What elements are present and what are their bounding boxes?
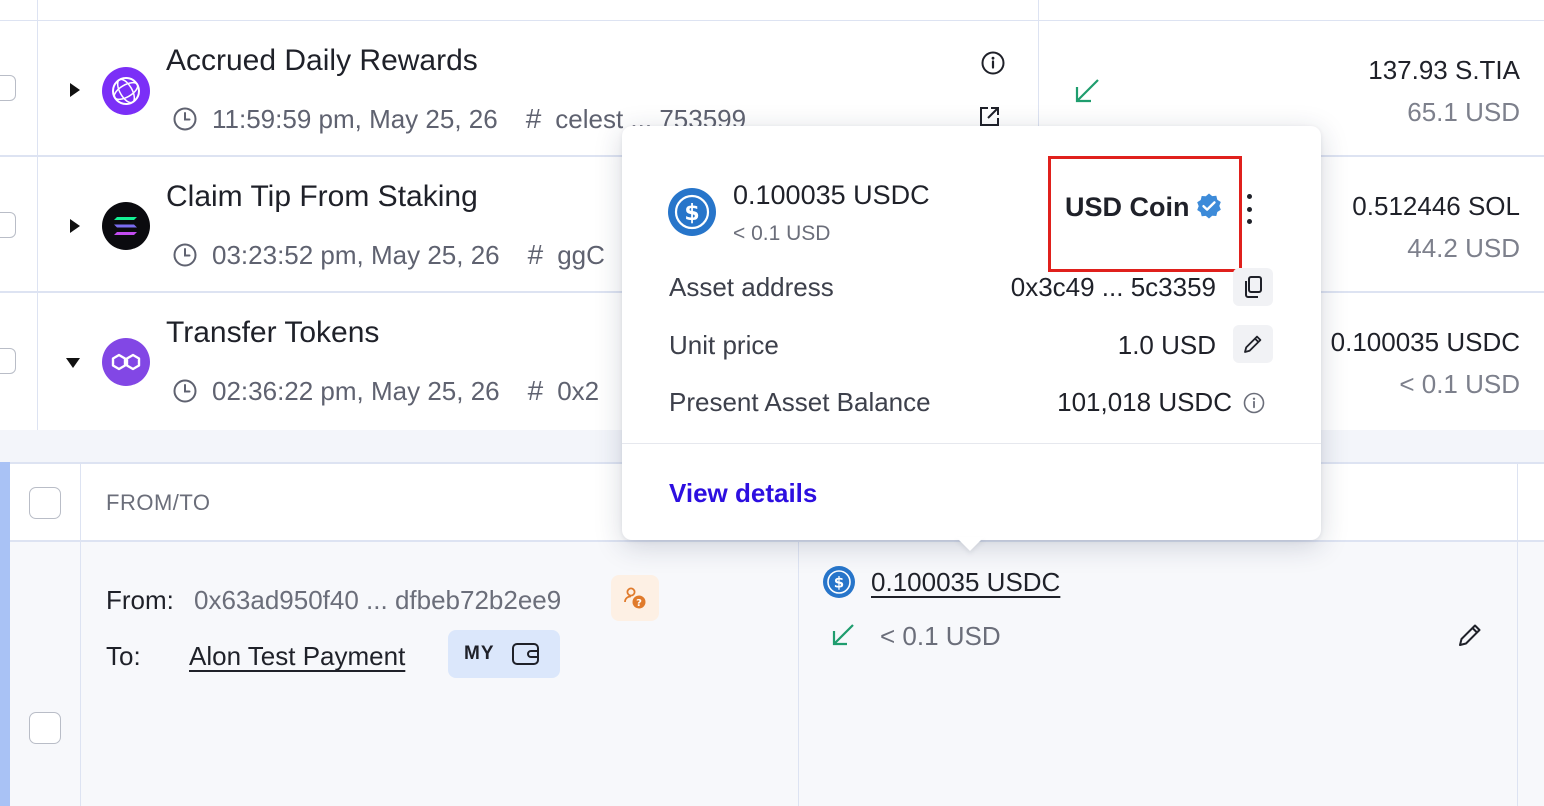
celestia-icon (102, 67, 150, 115)
wallet-icon (511, 643, 539, 665)
row-meta: 02:36:22 pm, May 25, 26 # 0x2 (172, 375, 599, 407)
row-checkbox[interactable] (0, 348, 16, 374)
row-timestamp: 02:36:22 pm, May 25, 26 (212, 375, 500, 406)
column-divider (37, 0, 38, 430)
row-checkbox[interactable] (0, 212, 16, 238)
row-checkbox[interactable] (0, 75, 16, 101)
row-amount: 0.512446 SOL (1352, 191, 1520, 221)
column-divider (80, 462, 81, 806)
asset-usd-value: < 0.1 USD (880, 621, 1001, 651)
unit-price-value: 1.0 USD (1117, 330, 1216, 360)
copy-address-button[interactable] (1233, 268, 1273, 306)
edit-icon (1244, 335, 1262, 353)
clock-icon (173, 379, 197, 403)
asset-balance-value: 101,018 USDC (1057, 387, 1232, 417)
row-title: Accrued Daily Rewards (166, 44, 478, 77)
contact-warning-icon: ? (624, 587, 646, 609)
hash-icon: # (527, 375, 544, 406)
popover-divider (622, 443, 1321, 444)
solana-icon (102, 202, 150, 250)
expand-caret-icon[interactable] (70, 219, 80, 233)
svg-text:$: $ (834, 574, 844, 592)
row-hash[interactable]: 0x2 (557, 376, 599, 407)
edit-amount-icon[interactable] (1455, 620, 1485, 655)
edit-unit-price-button[interactable] (1233, 325, 1273, 363)
from-address[interactable]: 0x63ad950f40 ... dfbeb72b2ee9 (194, 585, 561, 616)
svg-text:$: $ (684, 201, 699, 226)
row-usd-value: 65.1 USD (1407, 97, 1520, 127)
row-hash[interactable]: ggC (557, 240, 605, 271)
detail-accent-bar (0, 462, 10, 806)
unit-price-label: Unit price (669, 330, 779, 360)
to-label: To: (106, 641, 141, 671)
collapse-caret-icon[interactable] (66, 358, 80, 368)
hash-icon: # (527, 239, 544, 270)
balance-info-icon[interactable] (1243, 392, 1265, 419)
row-title: Transfer Tokens (166, 316, 380, 349)
row-title: Claim Tip From Staking (166, 180, 478, 213)
usdc-icon: $ (823, 566, 855, 603)
asset-address-value: 0x3c49 ... 5c3359 (1010, 272, 1216, 302)
coin-name-highlight (1048, 156, 1242, 272)
expand-caret-icon[interactable] (70, 83, 80, 97)
incoming-arrow-icon (1072, 76, 1102, 111)
header-checkbox[interactable] (29, 487, 61, 519)
table-top-border (0, 20, 1544, 21)
asset-amount-link[interactable]: 0.100035 USDC (871, 567, 1060, 598)
from-to-column-header: FROM/TO (106, 490, 211, 515)
row-timestamp: 11:59:59 pm, May 25, 26 (212, 103, 498, 134)
asset-balance-label: Present Asset Balance (669, 387, 931, 417)
view-details-link[interactable]: View details (669, 478, 817, 509)
my-badge-label: MY (464, 643, 495, 664)
usdc-icon: $ (668, 188, 716, 241)
from-label: From: (106, 585, 174, 615)
copy-icon (1245, 276, 1262, 298)
row-usd-value: < 0.1 USD (1399, 369, 1520, 399)
row-meta: 03:23:52 pm, May 25, 26 # ggC (172, 239, 605, 271)
unknown-contact-badge[interactable]: ? (611, 575, 659, 621)
row-amount: 0.100035 USDC (1330, 327, 1520, 357)
column-divider (1517, 462, 1518, 806)
row-timestamp: 03:23:52 pm, May 25, 26 (212, 239, 500, 270)
clock-icon (173, 243, 197, 267)
row-amount: 137.93 S.TIA (1368, 55, 1520, 85)
asset-address-label: Asset address (669, 272, 834, 302)
hash-icon: # (525, 103, 542, 134)
svg-text:?: ? (636, 598, 642, 609)
info-icon[interactable] (981, 51, 1005, 80)
polygon-icon (102, 338, 150, 386)
more-options-icon[interactable] (1244, 194, 1254, 224)
incoming-arrow-icon (829, 621, 857, 654)
to-contact-link[interactable]: Alon Test Payment (189, 641, 405, 672)
popover-arrow (956, 537, 984, 551)
row-usd-value: 44.2 USD (1407, 233, 1520, 263)
popover-usd-value: < 0.1 USD (733, 222, 831, 245)
my-wallet-badge: MY (448, 630, 560, 678)
clock-icon (173, 107, 197, 131)
row-checkbox[interactable] (29, 712, 61, 744)
popover-amount: 0.100035 USDC (733, 180, 930, 210)
